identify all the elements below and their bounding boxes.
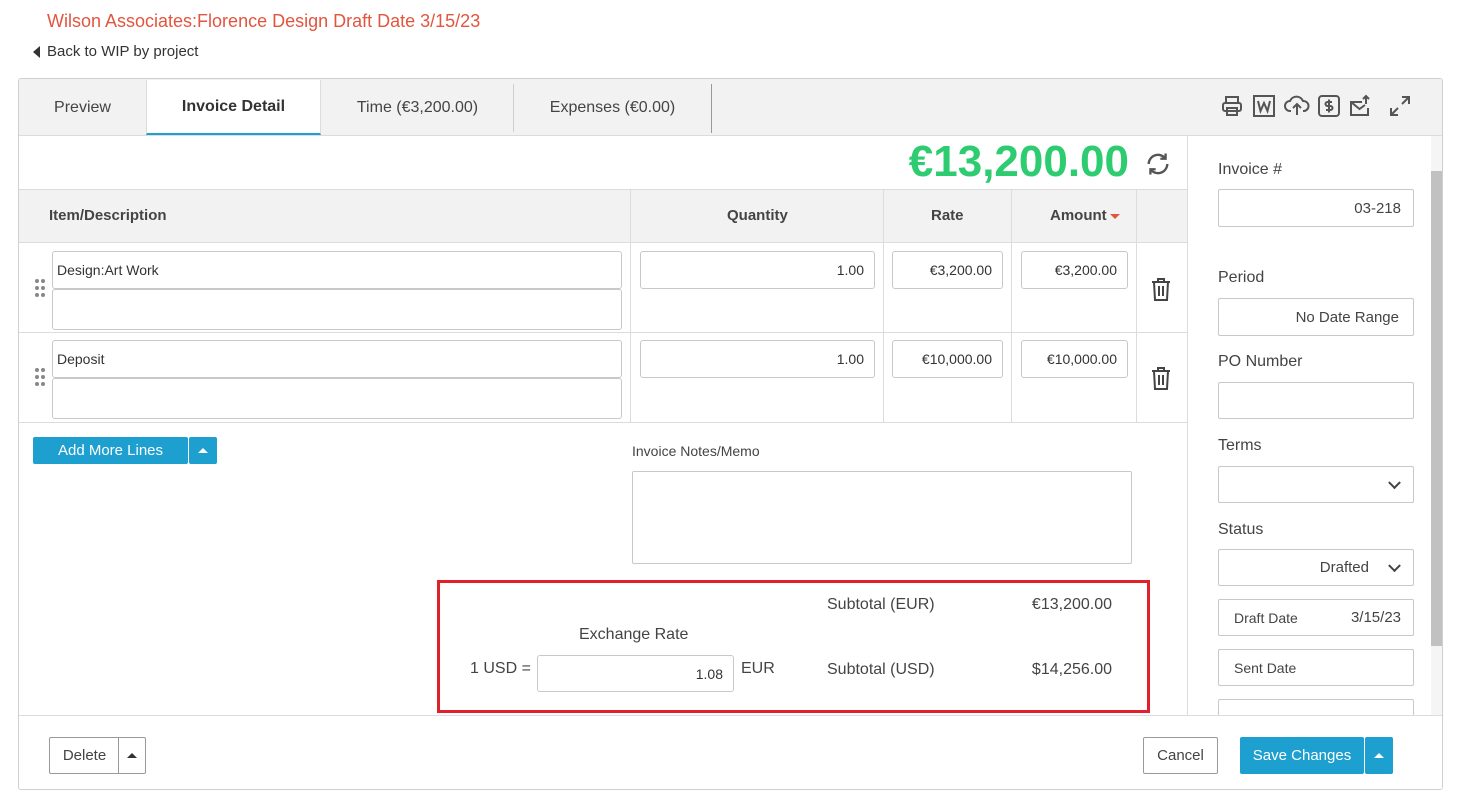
add-more-lines-button[interactable]: Add More Lines <box>33 437 188 464</box>
trash-icon[interactable] <box>1149 276 1173 307</box>
add-lines-menu-button[interactable] <box>189 437 217 464</box>
page-title: Wilson Associates:Florence Design Draft … <box>47 11 481 31</box>
cancel-button[interactable]: Cancel <box>1143 737 1218 774</box>
expand-icon[interactable] <box>1387 93 1413 119</box>
delete-menu-button[interactable] <box>118 737 146 774</box>
draft-date-label: Draft Date <box>1234 609 1298 626</box>
chevron-down-icon <box>1388 558 1401 572</box>
back-arrow-icon <box>33 45 40 58</box>
column-divider <box>1136 189 1137 422</box>
caret-up-icon <box>127 753 137 758</box>
period-field[interactable]: No Date Range <box>1218 298 1414 336</box>
caret-up-icon <box>198 448 208 453</box>
amount-input[interactable]: €3,200.00 <box>1021 251 1128 289</box>
trash-icon[interactable] <box>1149 365 1173 396</box>
tab-time[interactable]: Time (€3,200.00) <box>321 79 514 136</box>
save-menu-button[interactable] <box>1365 737 1393 774</box>
terms-label: Terms <box>1218 437 1262 454</box>
tab-bar: Preview Invoice Detail Time (€3,200.00) … <box>19 79 1442 136</box>
back-link-label: Back to WIP by project <box>47 43 199 60</box>
sort-desc-icon <box>1109 213 1120 219</box>
print-icon[interactable] <box>1219 93 1245 119</box>
po-number-label: PO Number <box>1218 353 1303 370</box>
subtotal-usd-label: Subtotal (USD) <box>827 661 935 678</box>
subtotal-eur-value: €13,200.00 <box>1031 596 1112 613</box>
refresh-icon[interactable] <box>1144 150 1172 183</box>
amount-input[interactable]: €10,000.00 <box>1021 340 1128 378</box>
column-header-amount[interactable]: Amount <box>1050 207 1120 224</box>
column-header-rate: Rate <box>931 207 964 224</box>
exchange-rate-prefix: 1 USD = <box>470 660 531 677</box>
status-value: Drafted <box>1319 559 1369 576</box>
tab-invoice-detail[interactable]: Invoice Detail <box>146 80 321 135</box>
rate-input[interactable]: €3,200.00 <box>892 251 1003 289</box>
quantity-input[interactable]: 1.00 <box>640 340 875 378</box>
column-divider <box>883 189 884 422</box>
subtotal-usd-value: $14,256.00 <box>1031 661 1112 678</box>
email-export-icon[interactable] <box>1348 93 1374 119</box>
sent-date-label: Sent Date <box>1234 659 1297 676</box>
invoice-total: €13,200.00 <box>908 137 1129 186</box>
item-input[interactable]: Deposit <box>52 340 622 378</box>
po-number-input[interactable] <box>1218 382 1414 419</box>
exchange-rate-title: Exchange Rate <box>579 626 689 643</box>
invoice-number-input[interactable]: 03-218 <box>1218 189 1414 227</box>
tab-expenses[interactable]: Expenses (€0.00) <box>514 79 711 136</box>
column-header-quantity: Quantity <box>727 207 788 224</box>
sidebar-scrollbar-thumb[interactable] <box>1431 171 1442 646</box>
draft-date-field[interactable]: Draft Date 3/15/23 <box>1218 599 1414 636</box>
tab-divider <box>711 84 712 133</box>
chevron-down-icon <box>1388 475 1401 489</box>
upload-icon[interactable] <box>1284 93 1310 119</box>
column-header-item: Item/Description <box>49 207 167 224</box>
save-changes-button[interactable]: Save Changes <box>1240 737 1364 774</box>
status-label: Status <box>1218 521 1264 538</box>
dollar-icon[interactable] <box>1316 93 1342 119</box>
description-input[interactable] <box>52 378 622 419</box>
status-select[interactable]: Drafted <box>1218 549 1414 586</box>
draft-date-value: 3/15/23 <box>1350 609 1401 626</box>
notes-label: Invoice Notes/Memo <box>632 443 760 459</box>
description-input[interactable] <box>52 289 622 330</box>
invoice-number-label: Invoice # <box>1218 161 1283 178</box>
delete-button[interactable]: Delete <box>49 737 119 774</box>
rate-input[interactable]: €10,000.00 <box>892 340 1003 378</box>
subtotal-eur-label: Subtotal (EUR) <box>827 596 935 613</box>
row-divider <box>19 422 1187 423</box>
back-link[interactable]: Back to WIP by project <box>33 43 198 60</box>
terms-select[interactable] <box>1218 466 1414 503</box>
drag-handle-icon[interactable] <box>35 368 47 386</box>
period-label: Period <box>1218 269 1265 286</box>
footer-bar: Delete Cancel Save Changes <box>19 715 1442 789</box>
quantity-input[interactable]: 1.00 <box>640 251 875 289</box>
exchange-rate-suffix: EUR <box>741 660 775 677</box>
invoice-sidebar: Invoice # 03-218 Period No Date Range PO… <box>1187 136 1442 736</box>
caret-up-icon <box>1374 753 1384 758</box>
tab-preview[interactable]: Preview <box>19 79 146 136</box>
invoice-panel: Preview Invoice Detail Time (€3,200.00) … <box>18 78 1443 790</box>
column-divider <box>630 189 631 422</box>
column-divider <box>1011 189 1012 422</box>
item-input[interactable]: Design:Art Work <box>52 251 622 289</box>
amount-header-label: Amount <box>1050 207 1107 224</box>
notes-textarea[interactable] <box>632 471 1132 564</box>
drag-handle-icon[interactable] <box>35 279 47 297</box>
exchange-rate-input[interactable]: 1.08 <box>537 655 734 692</box>
word-icon[interactable] <box>1251 93 1277 119</box>
sent-date-field[interactable]: Sent Date <box>1218 649 1414 686</box>
row-divider <box>19 332 1187 333</box>
